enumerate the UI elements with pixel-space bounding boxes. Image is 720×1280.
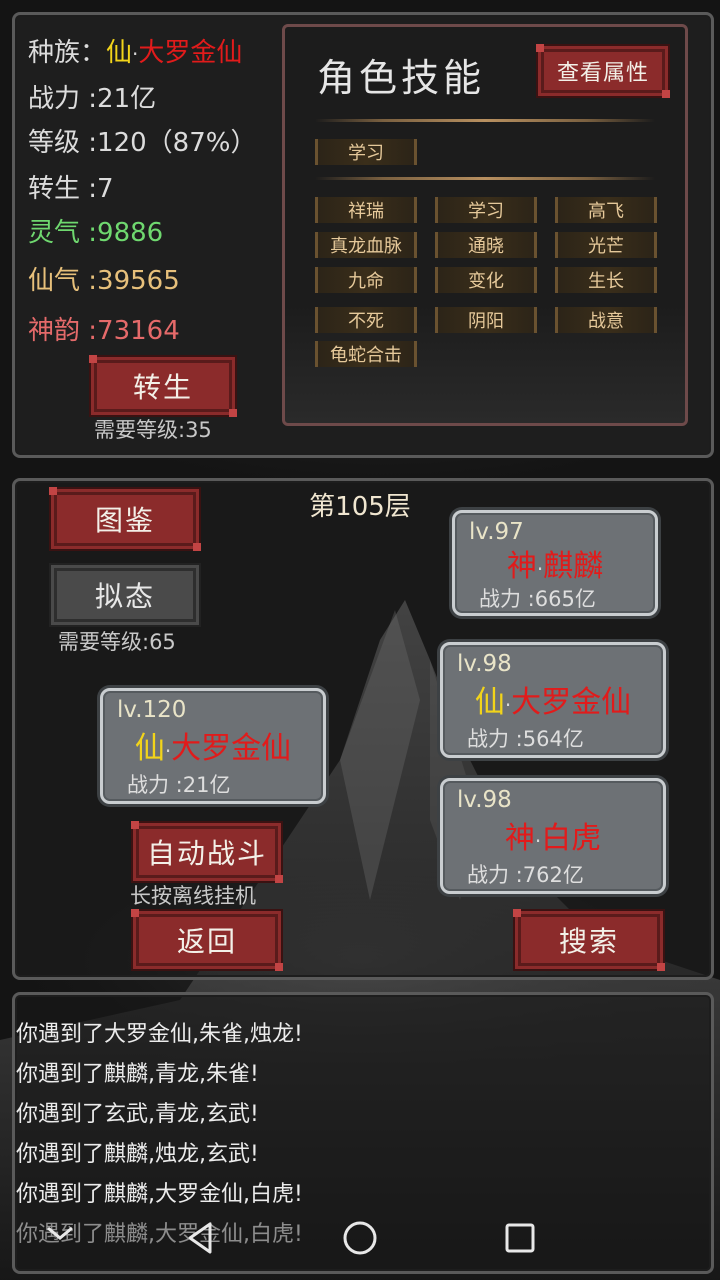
skill-tag[interactable]: 龟蛇合击 — [315, 341, 417, 367]
rebirth-value: :7 — [88, 174, 114, 204]
divider-middle — [315, 177, 655, 180]
skill-tag[interactable]: 不死 — [315, 307, 417, 333]
mimic-button[interactable]: 拟态 — [54, 568, 196, 622]
skill-tag[interactable]: 战意 — [555, 307, 657, 333]
log-line: 你遇到了大罗金仙,朱雀,烛龙! — [16, 1022, 303, 1047]
enemy-name: 神·麒麟 — [455, 541, 655, 585]
enemy-prefix: 神 — [504, 821, 535, 856]
back-icon[interactable] — [184, 1220, 216, 1256]
race-prefix: 仙 — [106, 38, 133, 68]
rebirth-requirement: 需要等级:35 — [94, 418, 212, 442]
auto-battle-hint: 长按离线挂机 — [130, 884, 256, 908]
search-button[interactable]: 搜索 — [513, 909, 665, 971]
skill-tag[interactable]: 学习 — [435, 197, 537, 223]
enemy-name: 神·白虎 — [443, 813, 663, 857]
back-button[interactable]: 返回 — [131, 909, 283, 971]
system-navbar — [0, 1200, 720, 1280]
rebirth-stat: 转生 :7 — [28, 168, 114, 205]
player-level: lv.120 — [117, 697, 187, 723]
player-name: 仙·大罗金仙 — [103, 723, 323, 767]
skill-tag[interactable]: 变化 — [435, 267, 537, 293]
recents-icon[interactable] — [504, 1222, 536, 1254]
rebirth-button[interactable]: 转生 — [89, 355, 237, 417]
skill-tag[interactable]: 九命 — [315, 267, 417, 293]
skill-tag[interactable]: 光芒 — [555, 232, 657, 258]
enemy-level: lv.98 — [457, 787, 512, 813]
enemy-name: 仙·大罗金仙 — [443, 677, 663, 721]
enemy-name-text: 大罗金仙 — [511, 685, 632, 720]
auto-battle-button[interactable]: 自动战斗 — [131, 821, 283, 883]
skill-tag[interactable]: 生长 — [555, 267, 657, 293]
lingqi-label: 灵气 — [28, 218, 81, 248]
power-stat: 战力 :21亿 — [28, 78, 156, 115]
learn-skill-tag[interactable]: 学习 — [315, 139, 417, 165]
power-value: :21亿 — [88, 84, 157, 114]
rebirth-label: 转生 — [28, 174, 81, 204]
skill-tag[interactable]: 真龙血脉 — [315, 232, 417, 258]
xianqi-label: 仙气 — [28, 266, 81, 296]
enemy-power: 战力 :665亿 — [479, 587, 596, 611]
enemy-power: 战力 :564亿 — [467, 727, 584, 751]
skill-tag[interactable]: 高飞 — [555, 197, 657, 223]
enemy-name-text: 白虎 — [541, 821, 602, 856]
power-label: 战力 — [28, 84, 81, 114]
skills-title: 角色技能 — [317, 56, 486, 100]
lingqi-stat: 灵气 :9886 — [28, 212, 163, 249]
level-stat: 等级 :120（87%） — [28, 122, 256, 159]
player-card[interactable]: lv.120 仙·大罗金仙 战力 :21亿 — [100, 688, 326, 804]
log-line: 你遇到了麒麟,烛龙,玄武! — [16, 1142, 259, 1167]
keyboard-hide-icon[interactable] — [44, 1220, 76, 1244]
view-attributes-button[interactable]: 查看属性 — [536, 44, 670, 98]
enemy-prefix: 仙 — [474, 685, 505, 720]
level-label: 等级 — [28, 128, 81, 158]
enemy-level: lv.98 — [457, 651, 512, 677]
level-value: :120（87%） — [88, 128, 257, 158]
shenyun-stat: 神韵 :73164 — [28, 310, 180, 347]
player-prefix: 仙 — [134, 731, 165, 766]
xianqi-value: :39565 — [88, 266, 180, 296]
player-power: 战力 :21亿 — [127, 773, 231, 797]
mimic-requirement: 需要等级:65 — [58, 630, 176, 654]
log-line: 你遇到了玄武,青龙,玄武! — [16, 1102, 259, 1127]
skill-tag[interactable]: 祥瑞 — [315, 197, 417, 223]
race-stat: 种族：仙·大罗金仙 — [28, 32, 242, 69]
shenyun-label: 神韵 — [28, 316, 81, 346]
player-name-text: 大罗金仙 — [171, 731, 292, 766]
shenyun-value: :73164 — [88, 316, 180, 346]
enemy-name-text: 麒麟 — [543, 549, 604, 584]
skills-panel: 角色技能 查看属性 学习 祥瑞 学习 高飞 真龙血脉 通晓 光芒 九命 变化 生… — [282, 24, 688, 426]
log-line: 你遇到了麒麟,青龙,朱雀! — [16, 1062, 259, 1087]
enemy-card[interactable]: lv.98 仙·大罗金仙 战力 :564亿 — [440, 642, 666, 758]
codex-button[interactable]: 图鉴 — [49, 487, 201, 551]
race-label: 种族： — [28, 38, 107, 68]
lingqi-value: :9886 — [88, 218, 164, 248]
skill-tag[interactable]: 阴阳 — [435, 307, 537, 333]
race-name: 大罗金仙 — [138, 38, 243, 68]
home-icon[interactable] — [342, 1220, 378, 1256]
enemy-power: 战力 :762亿 — [467, 863, 584, 887]
enemy-card[interactable]: lv.98 神·白虎 战力 :762亿 — [440, 778, 666, 894]
enemy-prefix: 神 — [506, 549, 537, 584]
xianqi-stat: 仙气 :39565 — [28, 260, 180, 297]
divider-top — [315, 119, 655, 122]
skill-tag[interactable]: 通晓 — [435, 232, 537, 258]
enemy-card[interactable]: lv.97 神·麒麟 战力 :665亿 — [452, 510, 658, 616]
